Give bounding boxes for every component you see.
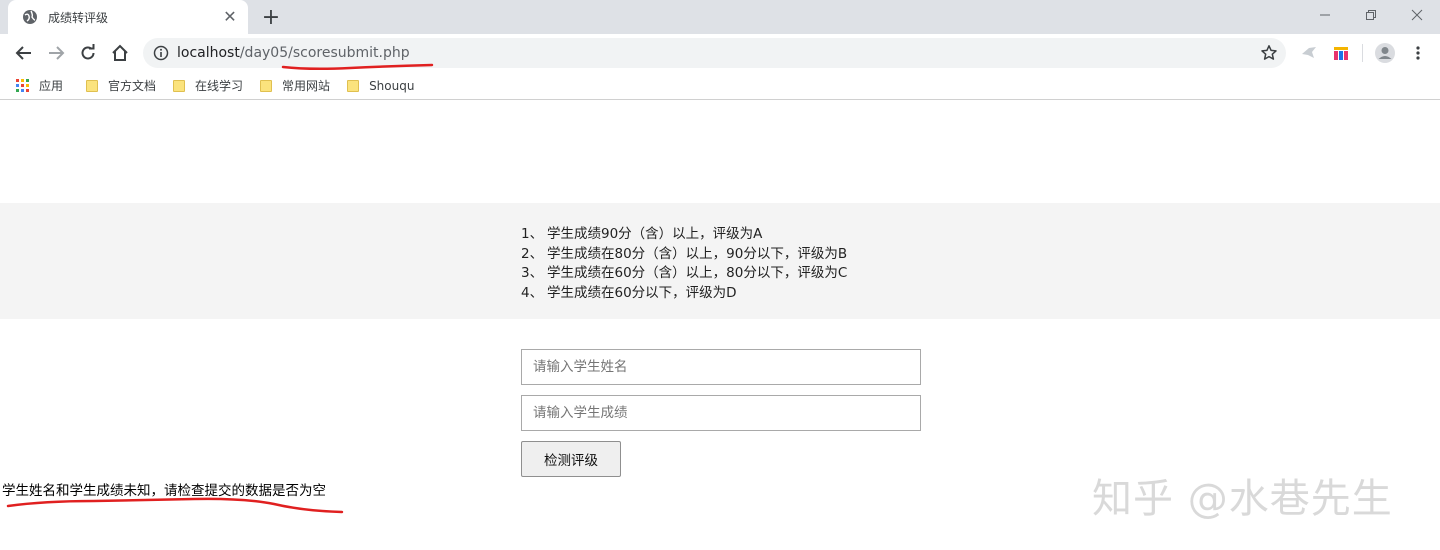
forward-arrow-icon xyxy=(49,46,65,60)
tab-title: 成绩转评级 xyxy=(48,10,109,25)
home-button[interactable] xyxy=(106,39,134,67)
folder-icon xyxy=(173,79,186,92)
folder-icon xyxy=(347,79,360,92)
rule-item: 1、 学生成绩90分（含）以上，评级为A xyxy=(521,226,763,242)
reload-button[interactable] xyxy=(74,39,102,67)
url-host: localhost xyxy=(177,45,240,61)
bookmark-label: 常用网站 xyxy=(282,79,331,93)
check-grade-button[interactable]: 检测评级 xyxy=(521,441,621,477)
forward-button[interactable] xyxy=(42,39,70,67)
rule-item: 2、 学生成绩在80分（含）以上，90分以下，评级为B xyxy=(521,245,848,262)
home-icon xyxy=(112,44,128,61)
watermark: 知乎 @水巷先生 xyxy=(1092,476,1393,522)
bookmark-label: 官方文档 xyxy=(108,79,157,93)
back-arrow-icon xyxy=(15,46,31,60)
rule-item: 4、 学生成绩在60分以下，评级为D xyxy=(521,284,737,301)
folder-icon xyxy=(86,79,99,92)
toolbar-divider xyxy=(1362,44,1363,62)
address-bar[interactable]: localhost/day05/scoresubmit.php xyxy=(143,38,1286,68)
bookmark-folder-docs[interactable]: 官方文档 xyxy=(86,77,156,94)
bookmarks-bar: 应用 官方文档 在线学习 常用网站 Shouqu xyxy=(0,72,1440,100)
bookmark-label: 应用 xyxy=(39,79,64,93)
student-score-input[interactable] xyxy=(521,395,921,431)
tab-strip: 成绩转评级 ✕ + xyxy=(0,0,1440,34)
reload-icon xyxy=(81,44,95,60)
new-tab-button[interactable]: + xyxy=(258,5,284,30)
error-message: 学生姓名和学生成绩未知，请检查提交的数据是否为空 xyxy=(2,483,326,499)
browser-toolbar: localhost/day05/scoresubmit.php xyxy=(0,34,1440,72)
bookmark-star-icon[interactable] xyxy=(1260,44,1278,62)
error-annotation-underline xyxy=(6,497,344,514)
back-button[interactable] xyxy=(10,39,38,67)
globe-icon xyxy=(22,9,38,25)
grading-rules-list: 1、 学生成绩90分（含）以上，评级为A 2、 学生成绩在80分（含）以上，90分以… xyxy=(521,225,847,303)
minimize-button[interactable] xyxy=(1302,0,1348,30)
bookmark-folder-learning[interactable]: 在线学习 xyxy=(173,77,243,94)
rules-panel: 1、 学生成绩90分（含）以上，评级为A 2、 学生成绩在80分（含）以上，90分以… xyxy=(0,203,1440,319)
url-path: /day05/scoresubmit.php xyxy=(239,45,410,61)
restore-button[interactable] xyxy=(1348,0,1394,30)
bookmark-apps[interactable]: 应用 xyxy=(16,77,63,94)
close-window-button[interactable] xyxy=(1394,0,1440,30)
bookmark-label: 在线学习 xyxy=(195,79,244,93)
bookmark-label: Shouqu xyxy=(369,78,415,93)
close-tab-icon[interactable]: ✕ xyxy=(222,9,238,25)
info-icon[interactable] xyxy=(153,45,169,61)
menu-kebab-icon[interactable] xyxy=(1407,42,1429,64)
profile-avatar-icon[interactable] xyxy=(1374,42,1396,64)
apps-grid-icon xyxy=(16,79,29,92)
browser-tab[interactable]: 成绩转评级 ✕ xyxy=(8,0,248,34)
rule-item: 3、 学生成绩在60分（含）以上，80分以下，评级为C xyxy=(521,265,848,281)
bookmark-folder-shouqu[interactable]: Shouqu xyxy=(347,79,414,93)
student-name-input[interactable] xyxy=(521,349,921,385)
folder-icon xyxy=(260,79,273,92)
extension-bird-icon[interactable] xyxy=(1298,42,1320,64)
bookmark-folder-sites[interactable]: 常用网站 xyxy=(260,77,330,94)
extension-palette-icon[interactable] xyxy=(1330,42,1352,64)
